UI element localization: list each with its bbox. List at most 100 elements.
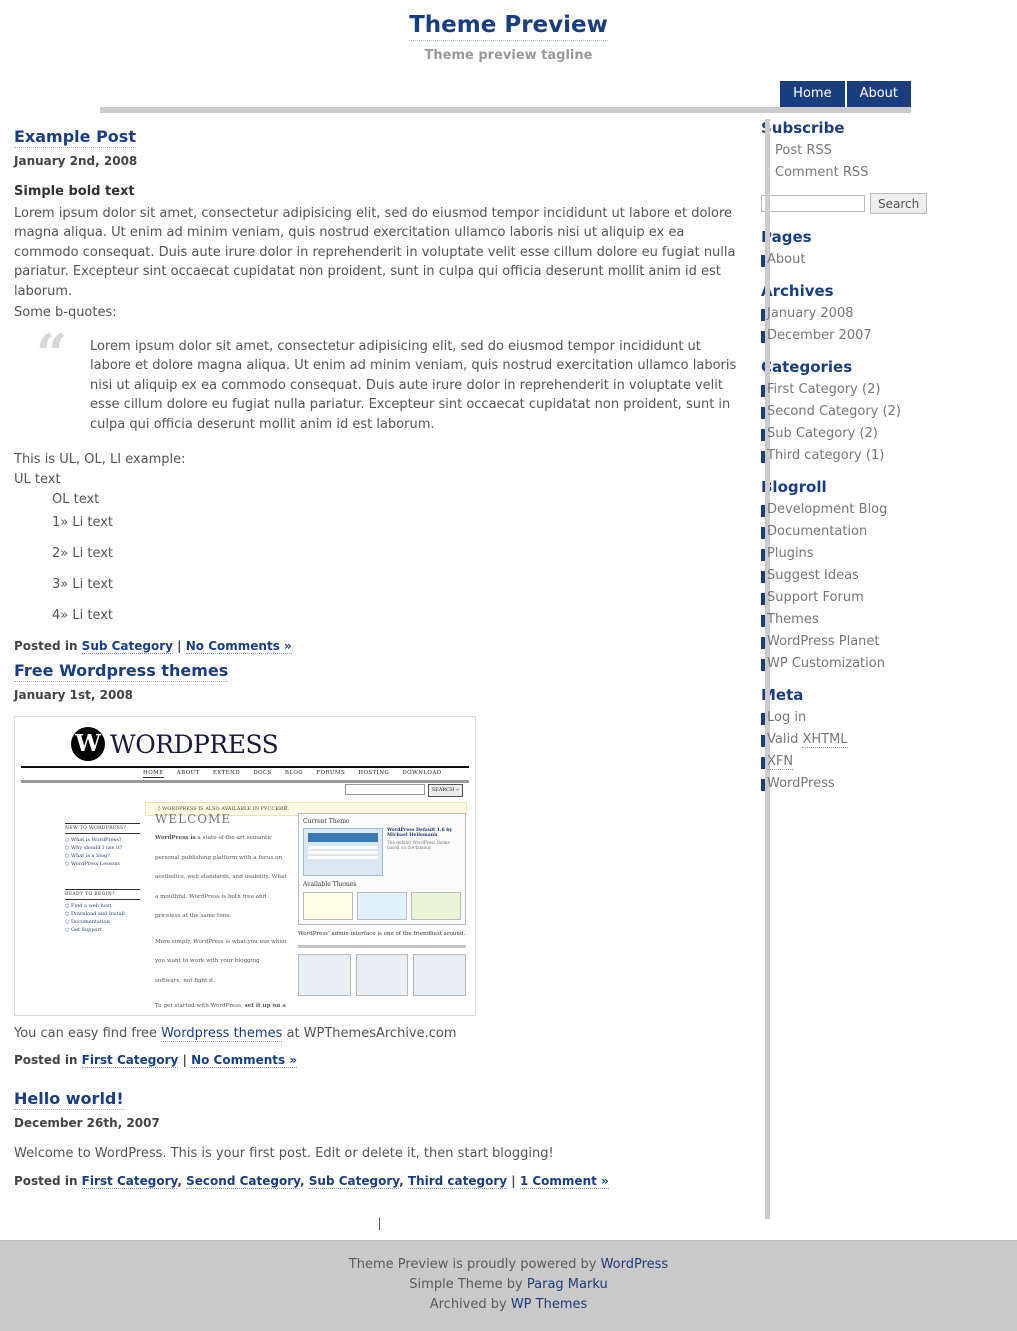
nav-item-about[interactable]: About bbox=[846, 81, 911, 107]
post-title[interactable]: Free Wordpress themes bbox=[14, 661, 745, 682]
post-blockquote: “ Lorem ipsum dolor sit amet, consectetu… bbox=[34, 327, 745, 435]
sidebar-link[interactable]: WP Customization bbox=[767, 656, 885, 671]
post-category-link[interactable]: First Category bbox=[81, 1053, 179, 1068]
post-meta: Posted in First Category, Second Categor… bbox=[14, 1173, 745, 1189]
quote-mark-icon: “ bbox=[36, 321, 68, 386]
post-category-link[interactable]: Sub Category bbox=[308, 1173, 400, 1189]
sidebar-link[interactable]: Sub Category (2) bbox=[767, 426, 878, 441]
post-category-link[interactable]: Third category bbox=[407, 1173, 508, 1189]
sidebar-item-about[interactable]: About bbox=[761, 252, 985, 268]
page-wrapper: Example Post January 2nd, 2008 Simple bo… bbox=[0, 111, 1017, 1240]
sidebar-link[interactable]: Development Blog bbox=[767, 502, 887, 517]
post-example-post: Example Post January 2nd, 2008 Simple bo… bbox=[14, 127, 745, 654]
screenshot-left-link: ○ Why should I use it? bbox=[65, 845, 123, 851]
sidebar-item-documentation[interactable]: Documentation bbox=[761, 524, 985, 540]
sidebar-item-january-2008[interactable]: January 2008 bbox=[761, 306, 985, 322]
screenshot-theme-grid bbox=[303, 892, 461, 920]
nav-link-home[interactable]: Home bbox=[780, 81, 847, 107]
footer-link-wordpress[interactable]: WordPress bbox=[601, 1257, 669, 1272]
sidebar-link[interactable]: Post RSS bbox=[775, 143, 832, 158]
sidebar-item-support-forum[interactable]: Support Forum bbox=[761, 590, 985, 606]
sidebar-link[interactable]: Plugins bbox=[767, 546, 814, 561]
screenshot-nav-item: DOWNLOAD bbox=[402, 770, 442, 776]
sidebar-item-third-category[interactable]: Third category (1) bbox=[761, 448, 985, 464]
sidebar-item-xfn[interactable]: XFN bbox=[761, 754, 985, 770]
screenshot-rule-top bbox=[21, 766, 469, 768]
sidebar-item-themes[interactable]: Themes bbox=[761, 612, 985, 628]
post-comments-link[interactable]: No Comments » bbox=[185, 639, 292, 654]
nav-link-about[interactable]: About bbox=[846, 81, 911, 107]
footer-link-wp-themes[interactable]: WP Themes bbox=[511, 1297, 587, 1312]
sidebar-link[interactable]: Second Category (2) bbox=[767, 404, 901, 419]
post-category-link[interactable]: Sub Category bbox=[81, 639, 173, 654]
list-example-block: This is UL, OL, LI example: UL text OL t… bbox=[14, 452, 745, 623]
sidebar-link[interactable]: First Category (2) bbox=[767, 382, 880, 397]
caption-text-after: at WPThemesArchive.com bbox=[282, 1026, 457, 1041]
post-category-link[interactable]: Second Category bbox=[186, 1173, 301, 1189]
sidebar-link[interactable]: January 2008 bbox=[767, 306, 854, 321]
post-comments-link[interactable]: No Comments » bbox=[191, 1053, 298, 1068]
screenshot-admin-panel: Current Theme WordPress Default 1.6 by M… bbox=[298, 813, 466, 925]
screenshot-paragraph-3: To get started with WordPress, set it up… bbox=[155, 997, 287, 1015]
nav-item-home[interactable]: Home bbox=[780, 81, 847, 107]
sidebar-link[interactable]: Support Forum bbox=[767, 590, 864, 605]
sidebar-item-comment-rss[interactable]: Comment RSS bbox=[761, 165, 985, 181]
sidebar-link[interactable]: Third category (1) bbox=[767, 448, 884, 463]
post-title-link[interactable]: Free Wordpress themes bbox=[14, 661, 229, 682]
sidebar-link[interactable]: Valid XHTML bbox=[767, 732, 848, 748]
sidebar-item-sub-category[interactable]: Sub Category (2) bbox=[761, 426, 985, 442]
footer-link-author[interactable]: Parag Marku bbox=[527, 1277, 608, 1292]
sidebar-item-plugins[interactable]: Plugins bbox=[761, 546, 985, 562]
sidebar-item-post-rss[interactable]: Post RSS bbox=[761, 143, 985, 159]
list-item: 2» Li text bbox=[52, 546, 114, 561]
screenshot-middle-column: WELCOME WordPress is a state-of-the-art … bbox=[155, 813, 287, 1015]
sidebar-link[interactable]: December 2007 bbox=[767, 328, 872, 343]
screenshot-left-link: ○ Documentation bbox=[65, 919, 110, 925]
post-category-link[interactable]: First Category bbox=[81, 1173, 178, 1189]
sidebar-item-wordpress[interactable]: WordPress bbox=[761, 776, 985, 792]
sidebar-heading-archives: Archives bbox=[761, 282, 834, 300]
post-comments-link[interactable]: 1 Comment » bbox=[519, 1173, 609, 1189]
caption-link[interactable]: Wordpress themes bbox=[161, 1026, 283, 1042]
sidebar-item-development-blog[interactable]: Development Blog bbox=[761, 502, 985, 518]
sidebar-item-valid-xhtml[interactable]: Valid XHTML bbox=[761, 732, 985, 748]
sidebar-item-wp-customization[interactable]: WP Customization bbox=[761, 656, 985, 672]
post-title[interactable]: Hello world! bbox=[14, 1089, 745, 1110]
search-button[interactable]: Search bbox=[870, 193, 928, 214]
sidebar-link[interactable]: Suggest Ideas bbox=[767, 568, 859, 583]
sidebar-item-second-category[interactable]: Second Category (2) bbox=[761, 404, 985, 420]
ul-text: UL text bbox=[14, 472, 61, 487]
screenshot-admin-caption: WordPress’ admin interface is one of the… bbox=[298, 931, 466, 937]
sidebar-link[interactable]: Themes bbox=[767, 612, 819, 627]
sidebar-link[interactable]: XFN bbox=[767, 754, 794, 770]
sidebar-link[interactable]: Documentation bbox=[767, 524, 867, 539]
post-meta-prefix: Posted in bbox=[14, 1053, 78, 1067]
sidebar-link[interactable]: WordPress bbox=[767, 776, 835, 791]
sidebar-item-first-category[interactable]: First Category (2) bbox=[761, 382, 985, 398]
sidebar-link[interactable]: Log in bbox=[767, 710, 806, 725]
search-input[interactable] bbox=[761, 195, 865, 212]
post-navigation: | bbox=[14, 1216, 745, 1240]
search-form: Search bbox=[761, 193, 985, 214]
sidebar-item-suggest-ideas[interactable]: Suggest Ideas bbox=[761, 568, 985, 584]
post-free-wordpress-themes: Free Wordpress themes January 1st, 2008 … bbox=[14, 661, 745, 1068]
sidebar-link[interactable]: About bbox=[767, 252, 805, 267]
screenshot-paragraph-1-rest: a state-of-the-art semantic personal pub… bbox=[155, 835, 287, 919]
post-title-link[interactable]: Example Post bbox=[14, 127, 136, 148]
sidebar-item-log-in[interactable]: Log in bbox=[761, 710, 985, 726]
sidebar-link[interactable]: Comment RSS bbox=[775, 165, 868, 180]
sidebar-link[interactable]: WordPress Planet bbox=[767, 634, 880, 649]
sidebar-item-wordpress-planet[interactable]: WordPress Planet bbox=[761, 634, 985, 650]
post-date: January 2nd, 2008 bbox=[14, 154, 138, 168]
sidebar-heading-categories: Categories bbox=[761, 358, 853, 376]
screenshot-available-title: Available Themes bbox=[303, 881, 357, 888]
sidebar-item-december-2007[interactable]: December 2007 bbox=[761, 328, 985, 344]
screenshot-left-link: ○ WordPress Lessons bbox=[65, 861, 120, 867]
screenshot-nav-item: BLOG bbox=[284, 770, 304, 776]
screenshot-nav-item: ABOUT bbox=[176, 770, 200, 776]
screenshot-paragraph-1: WordPress is a state-of-the-art semantic… bbox=[155, 829, 287, 927]
screenshot-rule-bottom bbox=[298, 945, 466, 948]
post-title[interactable]: Example Post bbox=[14, 127, 745, 148]
site-footer: Theme Preview is proudly powered by Word… bbox=[0, 1239, 1017, 1331]
post-title-link[interactable]: Hello world! bbox=[14, 1089, 124, 1110]
